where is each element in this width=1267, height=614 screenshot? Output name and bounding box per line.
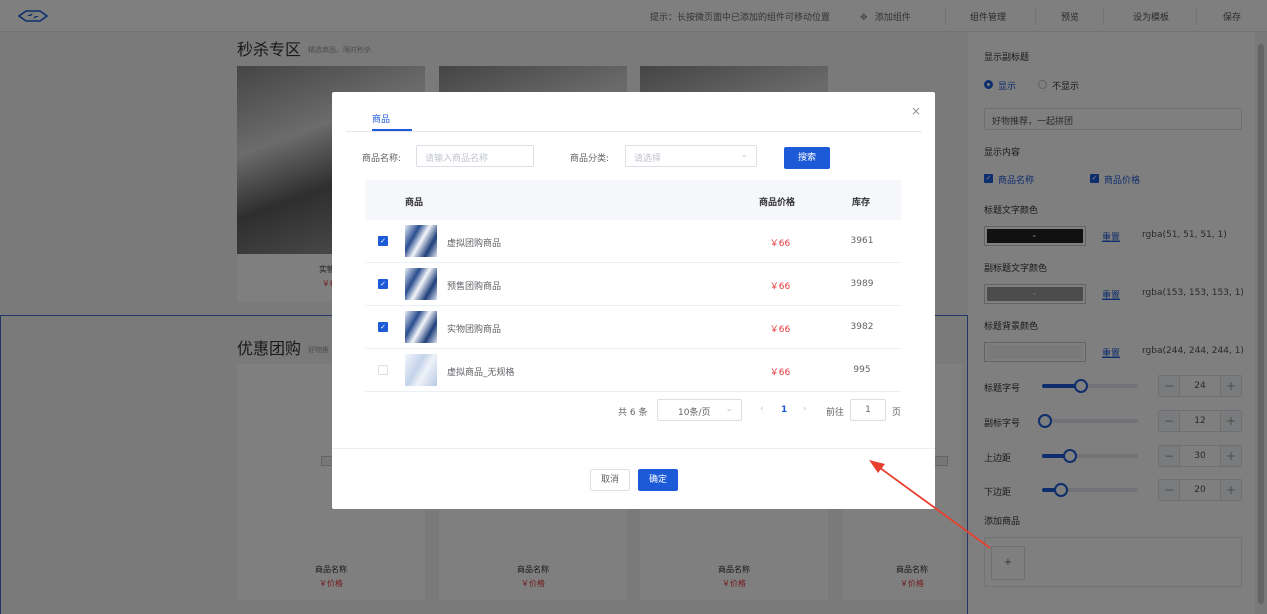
category-select[interactable]: 请选择 ⌄ [625,145,757,167]
page-size-value: 10条/页 [678,408,711,418]
table-row[interactable]: ✓ 实物团购商品 ￥66 3982 [365,306,901,349]
product-thumbnail [405,354,437,386]
page-size-select[interactable]: 10条/页 ⌄ [657,399,742,421]
row-checkbox[interactable]: ✓ [378,279,388,289]
product-thumbnail [405,225,437,257]
product-stock: 3989 [850,279,874,289]
product-name: 虚拟商品_无规格 [447,368,515,378]
product-price: ￥66 [769,239,791,249]
product-stock: 3982 [850,322,874,332]
table-row[interactable]: ✓ 预售团购商品 ￥66 3989 [365,263,901,306]
table-row[interactable]: 虚拟商品_无规格 ￥66 995 [365,349,901,392]
category-placeholder: 请选择 [634,154,662,164]
product-price: ￥66 [769,282,791,292]
next-page-icon[interactable]: › [803,404,807,414]
product-price: ￥66 [769,325,791,335]
column-price: 商品价格 [759,198,796,208]
page-number-current[interactable]: 1 [781,405,787,415]
page-suffix: 页 [892,408,902,418]
footer-divider [332,448,935,449]
tab-goods[interactable]: 商品 [372,112,390,125]
product-name: 虚拟团购商品 [447,239,502,249]
tab-divider [346,131,922,132]
product-name: 实物团购商品 [447,325,502,335]
category-filter-label: 商品分类: [570,154,610,164]
product-thumbnail [405,268,437,300]
cancel-button[interactable]: 取消 [590,469,630,491]
name-filter-label: 商品名称: [362,154,402,164]
row-checkbox[interactable] [378,365,388,375]
column-product: 商品 [405,198,424,208]
product-stock: 995 [853,365,871,375]
pager-total: 共 6 条 [618,408,648,418]
product-stock: 3961 [850,236,874,246]
confirm-button[interactable]: 确定 [638,469,678,491]
product-name: 预售团购商品 [447,282,502,292]
prev-page-icon[interactable]: ‹ [760,404,764,414]
table-row[interactable]: ✓ 虚拟团购商品 ￥66 3961 [365,220,901,263]
close-icon[interactable]: × [911,105,921,117]
goto-label: 前往 [826,408,845,418]
product-thumbnail [405,311,437,343]
select-goods-dialog: × 商品 商品名称: 请输入商品名称 商品分类: 请选择 ⌄ 搜索 商品 商品价格… [332,92,935,509]
row-checkbox[interactable]: ✓ [378,236,388,246]
table-header: 商品 商品价格 库存 [365,180,901,220]
search-button[interactable]: 搜索 [784,147,830,169]
chevron-down-icon: ⌄ [740,150,748,160]
name-search-input[interactable]: 请输入商品名称 [416,145,534,167]
column-stock: 库存 [852,198,871,208]
chevron-down-icon: ⌄ [725,404,733,414]
goto-page-input[interactable]: 1 [850,399,886,421]
row-checkbox[interactable]: ✓ [378,322,388,332]
product-price: ￥66 [769,368,791,378]
